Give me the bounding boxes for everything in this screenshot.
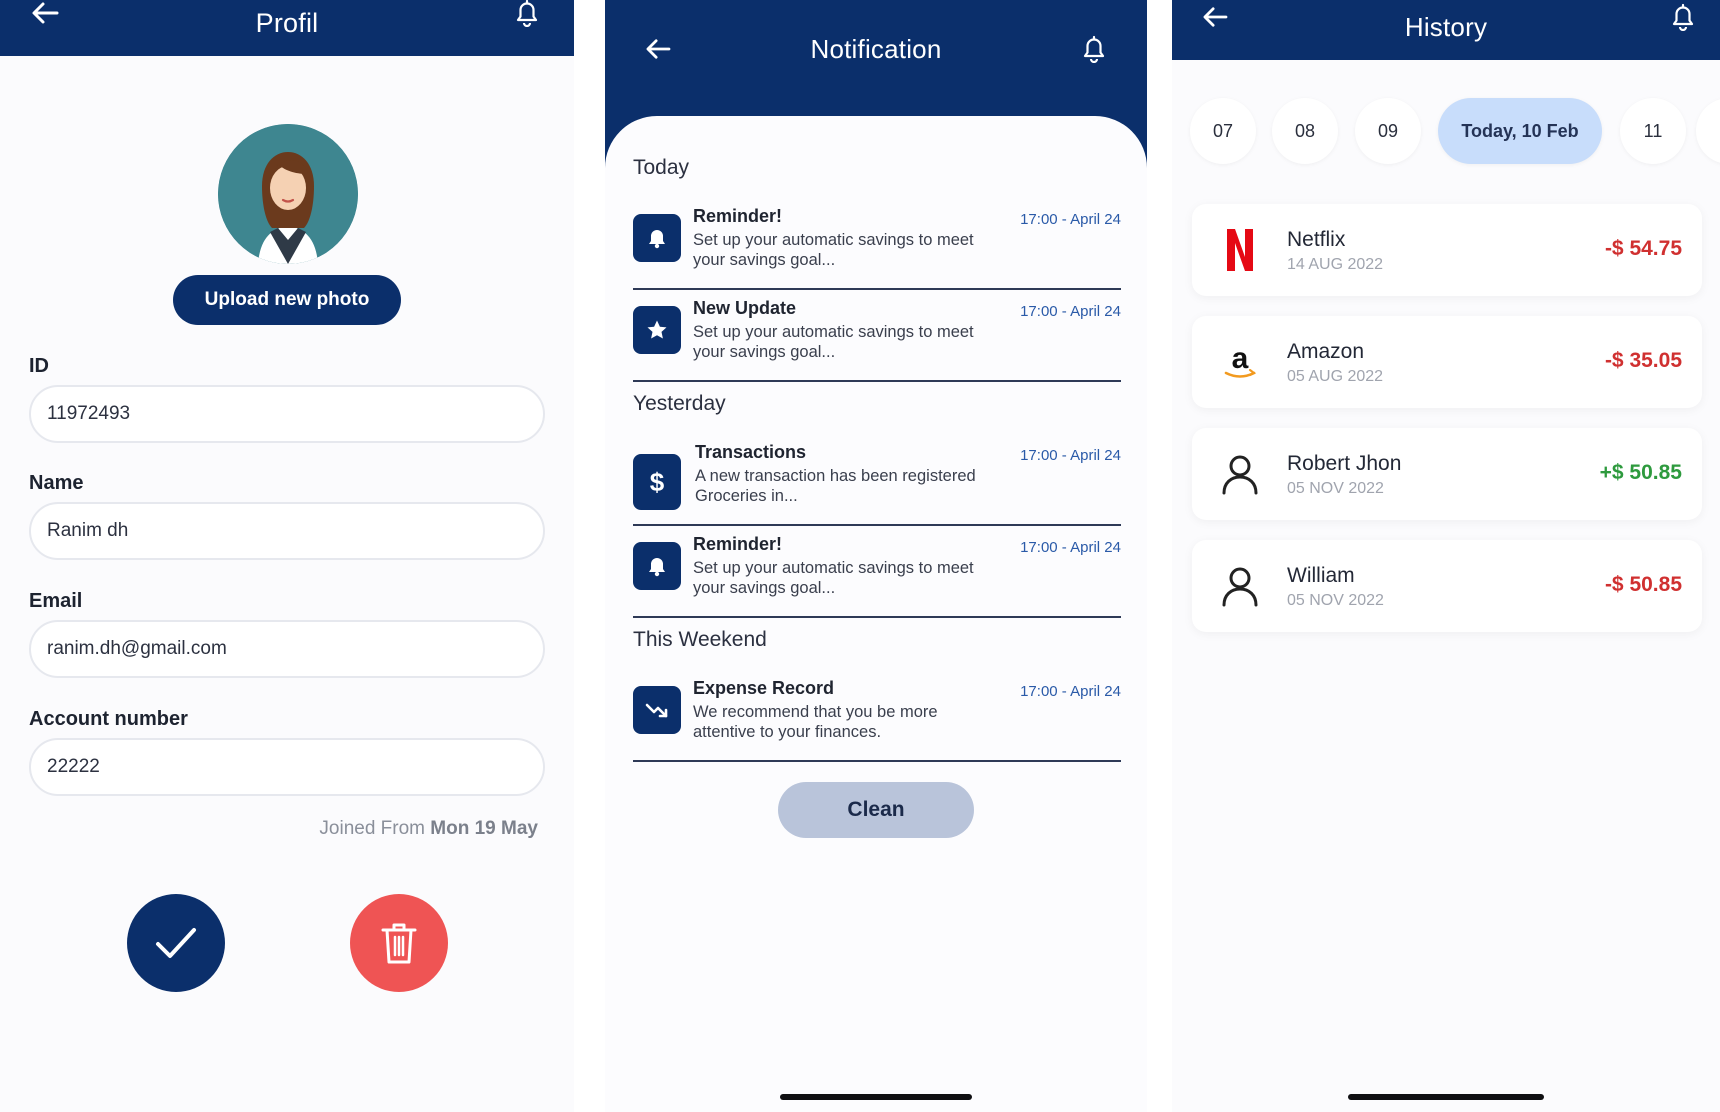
notification-screen: Notification Today Reminder! Set up your… (605, 0, 1147, 1112)
transaction-date: 05 NOV 2022 (1287, 592, 1384, 609)
home-indicator (780, 1094, 972, 1100)
transaction-name: Amazon (1287, 340, 1365, 363)
history-screen: History 07 08 09 Today, 10 Feb 11 1 Netf… (1172, 0, 1720, 1112)
notification-item[interactable]: $ Transactions A new transaction has bee… (633, 434, 1121, 526)
bell-icon (633, 542, 681, 590)
page-title: History (1404, 11, 1488, 42)
star-icon (633, 306, 681, 354)
transaction-name: Robert Jhon (1287, 452, 1402, 475)
id-field[interactable] (29, 385, 545, 443)
profile-app-bar: Profil (0, 0, 574, 56)
svg-text:a: a (1232, 342, 1249, 375)
transaction-amount: -$ 35.05 (1604, 349, 1682, 372)
trend-down-icon (633, 686, 681, 734)
trash-icon (381, 923, 417, 964)
joined-prefix: Joined From (319, 818, 426, 839)
notification-time: 17:00 - April 24 (1020, 683, 1121, 700)
notification-body: Set up your automatic savings to meet yo… (693, 323, 974, 361)
transaction-amount: +$ 50.85 (1599, 461, 1682, 484)
notification-item[interactable]: Reminder! Set up your automatic savings … (633, 526, 1121, 618)
dollar-icon: $ (633, 454, 681, 510)
transaction-date: 05 AUG 2022 (1287, 368, 1384, 385)
page-title: Profil (255, 7, 319, 38)
transaction-name: Netflix (1287, 228, 1346, 251)
bell-icon[interactable] (1077, 32, 1111, 66)
date-chip[interactable]: 11 (1620, 98, 1686, 164)
notification-title: Expense Record (693, 678, 835, 698)
notification-title: Reminder! (693, 534, 783, 554)
transaction-name: William (1287, 564, 1355, 587)
notification-title: Reminder! (693, 206, 783, 226)
name-label: Name (29, 472, 84, 494)
netflix-logo (1214, 224, 1266, 276)
notification-title: Transactions (695, 442, 807, 462)
email-field[interactable] (29, 620, 545, 678)
confirm-button[interactable] (127, 894, 225, 992)
bell-icon[interactable] (510, 0, 544, 30)
transaction-amount: -$ 54.75 (1604, 237, 1682, 260)
notification-body: We recommend that you be more attentive … (693, 703, 938, 741)
transaction-amount: -$ 50.85 (1604, 573, 1682, 596)
transaction-date: 05 NOV 2022 (1287, 480, 1384, 497)
notification-title: New Update (693, 298, 797, 318)
notification-item[interactable]: Expense Record We recommend that you be … (633, 670, 1121, 762)
date-chip[interactable]: 08 (1272, 98, 1338, 164)
name-field[interactable] (29, 502, 545, 560)
clean-button[interactable]: Clean (778, 782, 974, 838)
section-title-today: Today (633, 156, 690, 179)
svg-text:$: $ (650, 467, 665, 497)
date-chip-active[interactable]: Today, 10 Feb (1438, 98, 1602, 164)
email-label: Email (29, 590, 83, 612)
section-title-this-weekend: This Weekend (633, 628, 767, 651)
transaction-row[interactable]: William 05 NOV 2022 -$ 50.85 (1192, 540, 1702, 632)
joined-date: Mon 19 May (430, 818, 538, 839)
notification-time: 17:00 - April 24 (1020, 303, 1121, 320)
checkmark-icon (156, 928, 196, 958)
notification-body: A new transaction has been registered Gr… (695, 467, 976, 505)
id-label: ID (29, 355, 49, 377)
notification-list: Today Reminder! Set up your automatic sa… (605, 116, 1147, 1112)
date-chip[interactable]: 09 (1355, 98, 1421, 164)
profile-screen: Profil Upload new photo ID Name Email Ac… (0, 0, 574, 1112)
transaction-row[interactable]: a Amazon 05 AUG 2022 -$ 35.05 (1192, 316, 1702, 408)
transaction-row[interactable]: Robert Jhon 05 NOV 2022 +$ 50.85 (1192, 428, 1702, 520)
transaction-row[interactable]: Netflix 14 AUG 2022 -$ 54.75 (1192, 204, 1702, 296)
delete-button[interactable] (350, 894, 448, 992)
date-chip[interactable]: 1 (1696, 98, 1720, 164)
transaction-date: 14 AUG 2022 (1287, 256, 1384, 273)
joined-info: Joined From Mon 19 May (319, 818, 538, 840)
notification-time: 17:00 - April 24 (1020, 539, 1121, 556)
avatar (218, 124, 358, 264)
bell-icon[interactable] (1666, 0, 1700, 34)
notification-item[interactable]: Reminder! Set up your automatic savings … (633, 198, 1121, 290)
date-chip[interactable]: 07 (1190, 98, 1256, 164)
page-title: Notification (810, 34, 942, 64)
history-app-bar: History (1172, 0, 1720, 60)
bell-icon (633, 214, 681, 262)
account-number-label: Account number (29, 708, 188, 730)
upload-photo-button[interactable]: Upload new photo (173, 275, 401, 325)
notification-time: 17:00 - April 24 (1020, 447, 1121, 464)
user-icon (1214, 560, 1266, 612)
back-arrow-icon[interactable] (641, 32, 675, 66)
home-indicator (1348, 1094, 1544, 1100)
user-icon (1214, 448, 1266, 500)
section-title-yesterday: Yesterday (633, 392, 726, 415)
notification-body: Set up your automatic savings to meet yo… (693, 559, 974, 597)
notification-time: 17:00 - April 24 (1020, 211, 1121, 228)
notification-body: Set up your automatic savings to meet yo… (693, 231, 974, 269)
back-arrow-icon[interactable] (1198, 0, 1232, 34)
account-number-field[interactable] (29, 738, 545, 796)
notification-item[interactable]: New Update Set up your automatic savings… (633, 290, 1121, 382)
back-arrow-icon[interactable] (28, 0, 62, 30)
amazon-logo: a (1214, 336, 1266, 388)
